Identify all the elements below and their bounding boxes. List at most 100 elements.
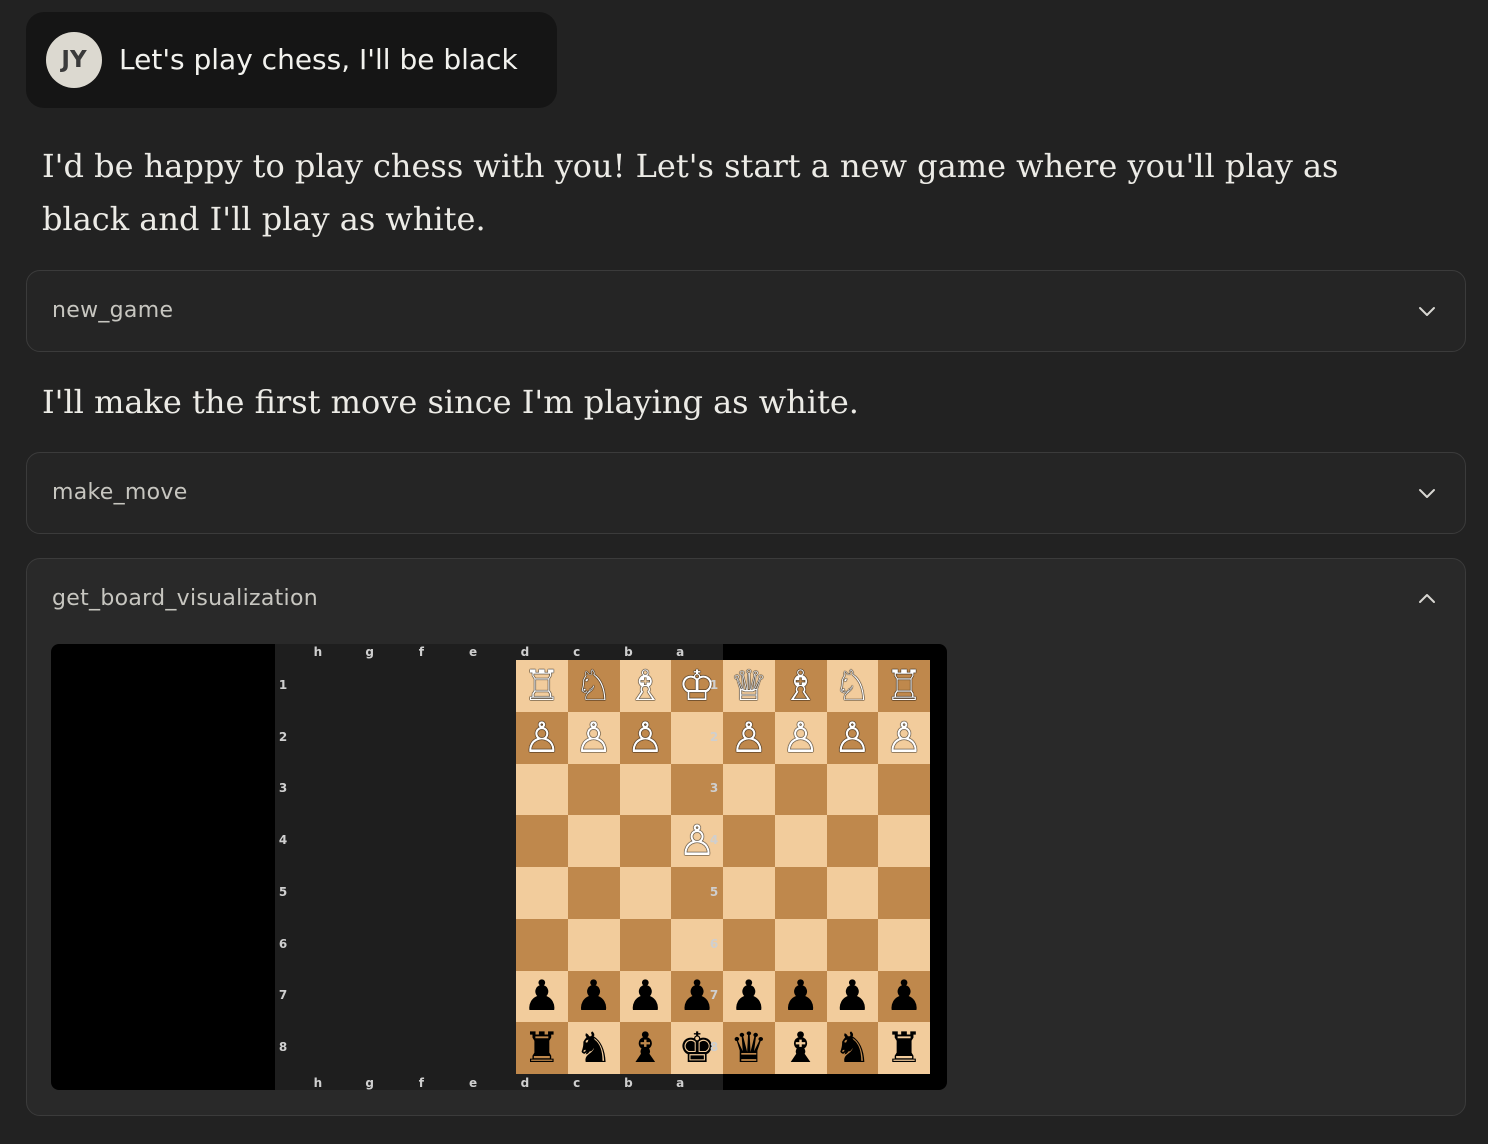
file-label: e: [469, 1076, 478, 1090]
chess-piece: ♜: [523, 1023, 561, 1073]
rank-label: 4: [709, 833, 719, 848]
board-square: [723, 763, 775, 816]
chess-piece: ♝: [626, 1023, 665, 1073]
board-square: [619, 918, 672, 971]
file-label: g: [365, 1076, 374, 1090]
user-message-text: Let's play chess, I'll be black: [119, 43, 518, 76]
chess-piece: ♟: [781, 971, 820, 1021]
rank-label: 3: [709, 781, 719, 796]
board-square: [567, 763, 620, 816]
file-label: g: [365, 645, 374, 659]
chess-piece: ♖: [523, 660, 561, 710]
board-square: ♕: [723, 660, 775, 712]
board-square: ♟: [516, 970, 568, 1023]
chess-piece: ♘: [574, 660, 613, 710]
chess-piece: ♕: [730, 660, 768, 710]
rank-label: 2: [278, 729, 288, 744]
board-square: ♗: [619, 660, 672, 712]
chess-piece: ♙: [626, 712, 665, 762]
file-label: f: [418, 645, 424, 659]
assistant-paragraph: I'll make the first move since I'm playi…: [42, 383, 859, 421]
board-square: ♟: [878, 970, 930, 1023]
rank-label: 2: [709, 729, 719, 744]
rank-label: 6: [709, 936, 719, 951]
board-square: ♝: [774, 1022, 827, 1074]
board-square: [619, 815, 672, 867]
file-label: h: [313, 1076, 323, 1090]
chess-piece: ♝: [781, 1023, 820, 1073]
chess-piece: ♟: [523, 971, 561, 1021]
board-square: ♞: [567, 1022, 620, 1074]
chess-board: ♖ ♘ ♗ ♔ ♕ ♗ ♘ ♖ ♙ ♙ ♙ ♙ ♙ ♙ ♙ ♙ ♟ ♟ ♟ ♟ ♟ ♟ ♟ ♟ ♜ ♞ ♝ ♚ ♛ ♝ ♞ ♜ hhggffe…: [275, 644, 930, 1090]
chess-piece: ♞: [833, 1023, 872, 1073]
chess-piece: ♞: [574, 1023, 613, 1073]
board-square: [774, 815, 827, 867]
board-square: ♟: [826, 970, 879, 1023]
user-avatar[interactable]: JY: [46, 32, 102, 88]
chevron-down-icon[interactable]: [1415, 481, 1439, 505]
file-label: a: [676, 645, 685, 659]
board-square: ♟: [774, 970, 827, 1023]
board-square: [619, 763, 672, 816]
file-label: c: [573, 1076, 581, 1090]
tool-call-name: new_game: [52, 298, 174, 323]
board-square: ♟: [567, 970, 620, 1023]
board-square: [774, 763, 827, 816]
board-square: [878, 918, 930, 971]
board-square: ♙: [878, 711, 930, 764]
tool-call-get-board-visualization[interactable]: get_board_visualization ♖ ♘ ♗ ♔ ♕ ♗ ♘ ♖ ♙ ♙ ♙ ♙ ♙ ♙ ♙ ♙…: [26, 558, 1466, 1116]
chess-piece: ♙: [523, 712, 561, 762]
board-visualization-image: ♖ ♘ ♗ ♔ ♕ ♗ ♘ ♖ ♙ ♙ ♙ ♙ ♙ ♙ ♙ ♙ ♟ ♟ ♟ ♟ ♟ ♟ ♟ ♟ ♜ ♞ ♝ ♚ ♛ ♝ ♞ ♜ hhggffe…: [51, 644, 947, 1090]
chess-piece: ♖: [885, 660, 923, 710]
file-label: h: [313, 645, 323, 659]
tool-call-name: get_board_visualization: [52, 586, 318, 611]
board-square: [516, 867, 568, 919]
file-label: f: [418, 1076, 424, 1090]
chess-piece: ♙: [781, 712, 820, 762]
tool-call-name: make_move: [52, 480, 188, 505]
rank-label: 4: [278, 833, 288, 848]
chess-piece: ♗: [781, 660, 820, 710]
chess-piece: ♟: [626, 971, 665, 1021]
rank-label: 3: [278, 781, 288, 796]
chess-piece: ♙: [730, 712, 768, 762]
board-square: ♞: [826, 1022, 879, 1074]
chess-piece: ♙: [833, 712, 872, 762]
tool-call-make-move[interactable]: make_move: [26, 452, 1466, 534]
board-square: ♙: [567, 711, 620, 764]
board-square: [826, 918, 879, 971]
chevron-down-icon[interactable]: [1415, 299, 1439, 323]
file-label: a: [676, 1076, 685, 1090]
rank-label: 7: [278, 988, 288, 1003]
chess-piece: ♜: [885, 1023, 923, 1073]
board-square: [567, 918, 620, 971]
chevron-up-icon[interactable]: [1415, 587, 1439, 611]
board-square: [567, 815, 620, 867]
board-square: ♙: [774, 711, 827, 764]
assistant-paragraph: I'd be happy to play chess with you! Let…: [42, 147, 1339, 238]
board-square: [878, 867, 930, 919]
chess-piece: ♟: [730, 971, 768, 1021]
rank-label: 5: [278, 884, 288, 899]
board-square: [774, 918, 827, 971]
board-square: ♗: [774, 660, 827, 712]
chess-piece: ♙: [574, 712, 613, 762]
board-square: [878, 815, 930, 867]
board-square: [723, 815, 775, 867]
board-square: [516, 918, 568, 971]
chess-piece: ♙: [885, 712, 923, 762]
user-message-bubble: JY Let's play chess, I'll be black: [26, 12, 557, 108]
file-label: d: [520, 1076, 530, 1090]
board-square: ♙: [619, 711, 672, 764]
file-label: d: [520, 645, 530, 659]
rank-label: 6: [278, 936, 288, 951]
board-square: ♖: [516, 660, 568, 712]
rank-label: 5: [709, 884, 719, 899]
board-square: ♘: [826, 660, 879, 712]
board-square: [826, 867, 879, 919]
board-square: ♙: [516, 711, 568, 764]
chess-piece: ♘: [833, 660, 872, 710]
tool-call-new-game[interactable]: new_game: [26, 270, 1466, 352]
board-square: [516, 763, 568, 816]
board-square: ♙: [826, 711, 879, 764]
